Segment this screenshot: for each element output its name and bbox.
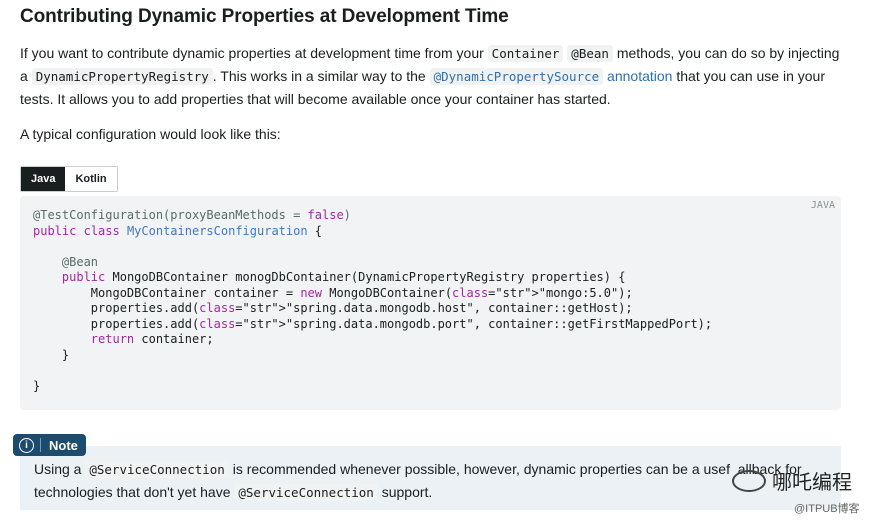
intro-text: If you want to contribute dynamic proper…	[20, 45, 488, 61]
watermark-sub: @ITPUB博客	[794, 503, 860, 515]
inline-code-service-connection: @ServiceConnection	[85, 461, 229, 478]
link-text[interactable]: annotation	[603, 68, 672, 84]
code-listing: @TestConfiguration(proxyBeanMethods = fa…	[33, 208, 712, 394]
note-badge: i Note	[13, 434, 86, 456]
note-text-part: support.	[377, 484, 433, 500]
inline-code-registry: DynamicPropertyRegistry	[31, 68, 213, 85]
code-line: return container;	[90, 332, 214, 346]
intro-paragraph: If you want to contribute dynamic proper…	[20, 42, 850, 110]
intro-text: . This works in a similar way to the	[212, 68, 430, 84]
doc-page: Contributing Dynamic Properties at Devel…	[0, 0, 890, 521]
code-line: public class MyContainersConfiguration {	[33, 223, 323, 238]
code-line: properties.add(class="str">"spring.data.…	[33, 301, 633, 315]
note-divider	[40, 438, 41, 452]
tab-kotlin[interactable]: Kotlin	[65, 167, 117, 191]
wechat-icon	[732, 469, 766, 492]
inline-code-bean: @Bean	[567, 45, 613, 62]
info-icon: i	[19, 437, 34, 453]
code-line: public MongoDBContainer monogDbContainer…	[61, 270, 626, 284]
code-line: }	[33, 378, 41, 393]
watermark: 哪吒编程	[732, 466, 852, 495]
watermark-text: 哪吒编程	[772, 472, 852, 494]
code-block: JAVA @TestConfiguration(proxyBeanMethods…	[20, 196, 841, 410]
note-text-part: Using a	[34, 461, 86, 477]
inline-code-service-connection: @ServiceConnection	[234, 484, 378, 501]
code-language-label: JAVA	[810, 200, 835, 211]
dynamic-property-source-link[interactable]: @DynamicPropertySource annotation	[429, 68, 672, 85]
note-text-part: is recommended whenever possible, howeve…	[228, 461, 730, 477]
tab-java[interactable]: Java	[21, 167, 66, 191]
section-heading: Contributing Dynamic Properties at Devel…	[20, 6, 509, 27]
inline-code-container: Container	[487, 45, 564, 62]
code-line: @Bean	[61, 254, 99, 269]
note-badge-label: Note	[49, 437, 78, 453]
language-tabs: Java Kotlin	[20, 166, 118, 192]
code-line: MongoDBContainer container = new MongoDB…	[33, 285, 633, 300]
code-line: properties.add(class="str">"spring.data.…	[33, 316, 713, 331]
note-text: Using a @ServiceConnection is recommende…	[34, 458, 834, 504]
link-code[interactable]: @DynamicPropertySource	[429, 68, 604, 85]
code-line: @TestConfiguration(proxyBeanMethods = fa…	[33, 208, 351, 222]
code-line: }	[33, 347, 70, 362]
note-text-part: technologies that don't yet have	[34, 484, 235, 500]
typical-config-text: A typical configuration would look like …	[20, 126, 281, 142]
